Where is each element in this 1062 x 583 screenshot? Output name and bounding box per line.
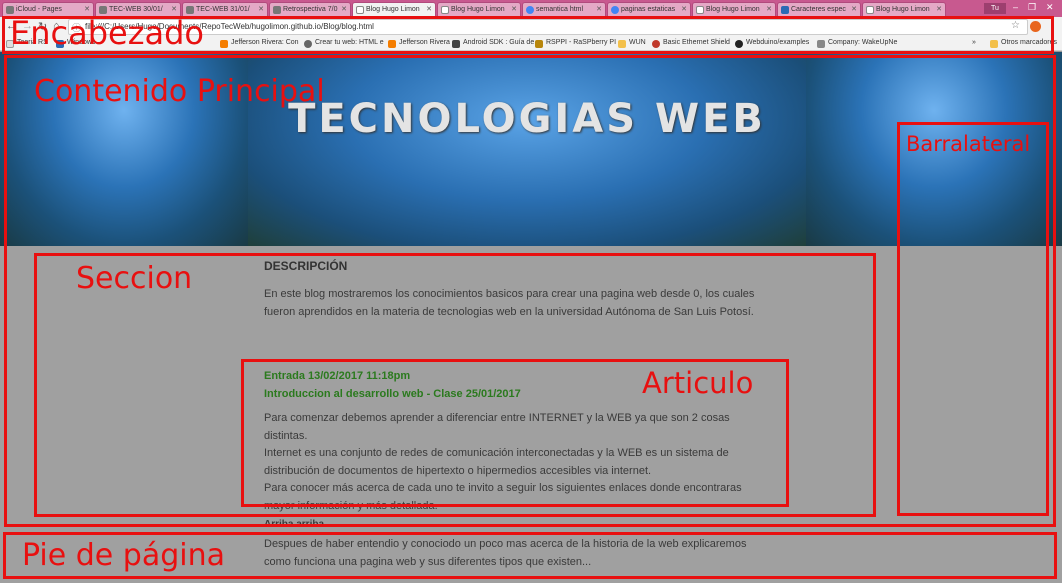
browser-tab[interactable]: paginas estaticas ✕ bbox=[607, 2, 691, 17]
google-icon bbox=[611, 6, 619, 14]
close-tab-icon[interactable]: ✕ bbox=[171, 5, 177, 13]
document-icon bbox=[441, 6, 449, 14]
maximize-icon[interactable]: ❐ bbox=[1028, 2, 1036, 13]
close-tab-icon[interactable]: ✕ bbox=[681, 5, 687, 13]
browser-tab[interactable]: Blog Hugo Limon ✕ bbox=[692, 2, 776, 17]
document-icon bbox=[866, 6, 874, 14]
close-tab-icon[interactable]: ✕ bbox=[766, 5, 772, 13]
apple-icon bbox=[273, 6, 281, 14]
barralateral-label: Barralateral bbox=[906, 132, 1031, 156]
minimize-icon[interactable]: – bbox=[1013, 2, 1018, 12]
document-icon bbox=[356, 6, 364, 14]
browser-tab[interactable]: Caracteres espec ✕ bbox=[777, 2, 861, 17]
close-tab-icon[interactable]: ✕ bbox=[84, 5, 90, 13]
close-window-icon[interactable]: ✕ bbox=[1046, 2, 1054, 13]
browser-tab[interactable]: Retrospectiva 7/0 ✕ bbox=[269, 2, 351, 17]
close-tab-icon[interactable]: ✕ bbox=[851, 5, 857, 13]
close-tab-icon[interactable]: ✕ bbox=[596, 5, 602, 13]
seccion-label: Seccion bbox=[76, 261, 193, 296]
close-tab-icon[interactable]: ✕ bbox=[511, 5, 517, 13]
close-tab-icon[interactable]: ✕ bbox=[426, 5, 432, 13]
close-tab-icon[interactable]: ✕ bbox=[341, 5, 347, 13]
site-icon bbox=[781, 6, 789, 14]
close-tab-icon[interactable]: ✕ bbox=[258, 5, 264, 13]
user-badge[interactable]: Tu bbox=[984, 3, 1006, 14]
document-icon bbox=[696, 6, 704, 14]
barralateral-box bbox=[897, 122, 1049, 516]
browser-tab-active[interactable]: Blog Hugo Limon ✕ bbox=[352, 2, 436, 17]
encabezado-label: Encabezado bbox=[10, 14, 204, 52]
google-icon bbox=[526, 6, 534, 14]
browser-tab[interactable]: Blog Hugo Limon ✕ bbox=[862, 2, 946, 17]
contenido-principal-label: Contenido Principal bbox=[34, 74, 325, 109]
browser-tab[interactable]: Blog Hugo Limon ✕ bbox=[437, 2, 521, 17]
articulo-label: Articulo bbox=[642, 366, 754, 400]
close-tab-icon[interactable]: ✕ bbox=[936, 5, 942, 13]
browser-tab[interactable]: semantica html ✕ bbox=[522, 2, 606, 17]
apple-icon bbox=[6, 6, 14, 14]
pie-de-pagina-label: Pie de página bbox=[22, 538, 225, 573]
apple-icon bbox=[186, 6, 194, 14]
apple-icon bbox=[99, 6, 107, 14]
